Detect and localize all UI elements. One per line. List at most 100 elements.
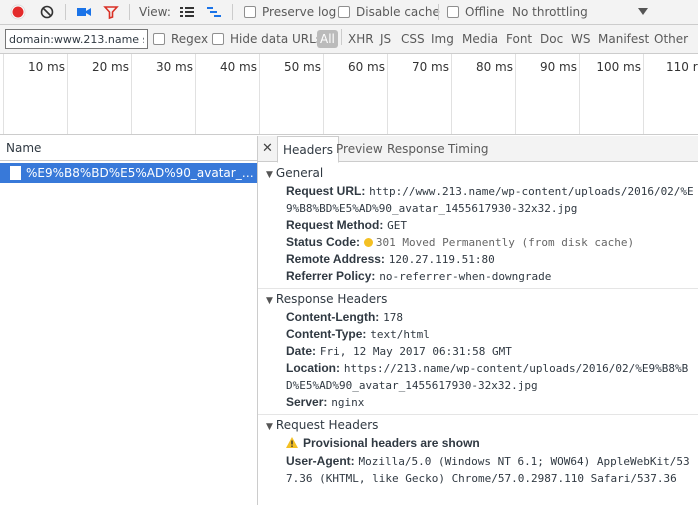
- regex-label: Regex: [171, 32, 209, 46]
- disable-cache-label: Disable cache: [356, 5, 440, 19]
- view-label: View:: [139, 5, 171, 19]
- disable-cache-checkbox[interactable]: Disable cache: [338, 0, 440, 24]
- general-title: General: [275, 166, 324, 180]
- large-rows-button[interactable]: [179, 0, 195, 24]
- timeline-tick-label: 60 ms: [347, 60, 385, 74]
- checkbox[interactable]: [338, 6, 350, 18]
- referrer-policy-value: no-referrer-when-downgrade: [379, 270, 552, 283]
- referrer-policy-key: Referrer Policy:: [286, 269, 376, 283]
- request-list: Name %E9%B8%BD%E5%AD%90_avatar_14556...: [0, 136, 258, 505]
- type-filter-css[interactable]: CSS: [401, 30, 425, 48]
- tab-response[interactable]: Response: [382, 136, 450, 162]
- type-filter-other[interactable]: Other: [654, 30, 688, 48]
- warning-icon: [286, 437, 298, 448]
- content-length-value: 178: [383, 311, 404, 324]
- name-column-header[interactable]: Name: [0, 136, 257, 161]
- filter-toolbar: Regex Hide data URLs All XHR JS CSS Img …: [0, 25, 698, 54]
- list-view-icon: [180, 7, 194, 17]
- response-headers-section-toggle[interactable]: ▼ Response Headers: [266, 291, 387, 308]
- request-row[interactable]: %E9%B8%BD%E5%AD%90_avatar_14556...: [0, 163, 257, 183]
- triangle-down-icon: ▼: [266, 296, 273, 306]
- type-filter-doc[interactable]: Doc: [540, 30, 563, 48]
- triangle-down-icon: ▼: [266, 422, 273, 432]
- timeline-tick-label: 80 ms: [475, 60, 513, 74]
- date-key: Date:: [286, 344, 317, 358]
- tab-timing[interactable]: Timing: [443, 136, 494, 162]
- request-headers-title: Request Headers: [275, 418, 379, 432]
- network-toolbar: View: Preserve log Disable cache Offline…: [0, 0, 698, 25]
- throttling-value: No throttling: [512, 5, 588, 19]
- type-filter-font[interactable]: Font: [506, 30, 532, 48]
- request-url-value: http://www.213.name/wp-content/uploads/2…: [369, 185, 694, 198]
- type-filter-ws[interactable]: WS: [571, 30, 590, 48]
- timeline-tick-label: 40 ms: [219, 60, 257, 74]
- network-overview-timeline[interactable]: 10 ms 20 ms 30 ms 40 ms 50 ms 60 ms 70 m…: [0, 54, 698, 135]
- content-type-key: Content-Type:: [286, 327, 367, 341]
- hide-data-urls-label: Hide data URLs: [230, 32, 323, 46]
- response-headers-title: Response Headers: [275, 292, 388, 306]
- hide-data-urls-checkbox[interactable]: Hide data URLs: [212, 30, 322, 48]
- record-button[interactable]: [10, 0, 26, 24]
- checkbox[interactable]: [212, 33, 224, 45]
- status-dot-icon: [363, 238, 373, 247]
- preserve-log-label: Preserve log: [262, 5, 337, 19]
- offline-label: Offline: [465, 5, 505, 19]
- server-key: Server:: [286, 395, 328, 409]
- request-method-key: Request Method:: [286, 218, 384, 232]
- timeline-tick-label: 110 r: [666, 60, 698, 74]
- document-icon: [10, 166, 21, 180]
- provisional-headers-warning: Provisional headers are shown: [303, 436, 480, 450]
- timeline-tick-label: 30 ms: [155, 60, 193, 74]
- tab-headers[interactable]: Headers: [277, 136, 339, 163]
- type-filter-all[interactable]: All: [317, 30, 338, 48]
- type-filter-img[interactable]: Img: [431, 30, 454, 48]
- triangle-down-icon: ▼: [266, 170, 273, 180]
- status-code-key: Status Code:: [286, 235, 361, 249]
- date-value: Fri, 12 May 2017 06:31:58 GMT: [319, 345, 512, 358]
- type-filter-xhr[interactable]: XHR: [348, 30, 374, 48]
- content-length-key: Content-Length:: [286, 310, 380, 324]
- checkbox[interactable]: [244, 6, 256, 18]
- type-filter-media[interactable]: Media: [462, 30, 498, 48]
- clear-button[interactable]: [39, 0, 55, 24]
- checkbox[interactable]: [153, 33, 165, 45]
- detail-tabbar: ✕ Headers Preview Response Timing: [258, 136, 698, 163]
- location-value-cont: D%E5%AD%90_avatar_1455617930-32x32.jpg: [286, 379, 538, 392]
- video-camera-icon: [77, 8, 91, 16]
- tab-preview[interactable]: Preview: [331, 136, 388, 162]
- filter-input[interactable]: [5, 29, 148, 49]
- preserve-log-checkbox[interactable]: Preserve log: [244, 0, 336, 24]
- request-headers-section-toggle[interactable]: ▼ Request Headers: [266, 417, 378, 434]
- clear-icon: [40, 5, 54, 19]
- user-agent-key: User-Agent:: [286, 454, 355, 468]
- server-value: nginx: [331, 396, 365, 409]
- timeline-tick-label: 50 ms: [283, 60, 321, 74]
- waterfall-view-button[interactable]: [206, 0, 222, 24]
- throttling-select[interactable]: No throttling: [512, 0, 588, 24]
- filter-button[interactable]: [103, 0, 119, 24]
- remote-address-value: 120.27.119.51:80: [388, 253, 495, 266]
- waterfall-icon: [207, 7, 221, 17]
- offline-checkbox[interactable]: Offline: [447, 0, 504, 24]
- filter-icon: [103, 6, 119, 20]
- request-detail-pane: ✕ Headers Preview Response Timing ▼ Gener…: [258, 136, 698, 505]
- location-value: https://213.name/wp-content/uploads/2016…: [343, 362, 689, 375]
- chevron-down-icon[interactable]: [638, 0, 648, 24]
- status-code-value: 301 Moved Permanently (from disk cache): [375, 236, 635, 249]
- type-filter-js[interactable]: JS: [380, 30, 391, 48]
- type-filter-manifest[interactable]: Manifest: [598, 30, 649, 48]
- request-url-key: Request URL:: [286, 184, 366, 198]
- remote-address-key: Remote Address:: [286, 252, 385, 266]
- close-icon[interactable]: ✕: [262, 136, 273, 162]
- request-method-value: GET: [387, 219, 408, 232]
- timeline-tick-label: 90 ms: [539, 60, 577, 74]
- checkbox[interactable]: [447, 6, 459, 18]
- timeline-tick-label: 20 ms: [91, 60, 129, 74]
- content-type-value: text/html: [370, 328, 430, 341]
- user-agent-value: Mozilla/5.0 (Windows NT 6.1; WOW64) Appl…: [358, 455, 690, 468]
- general-section-toggle[interactable]: ▼ General: [266, 165, 323, 182]
- capture-screenshots-button[interactable]: [76, 0, 92, 24]
- record-icon: [10, 4, 26, 20]
- timeline-tick-label: 10 ms: [27, 60, 65, 74]
- regex-checkbox[interactable]: Regex: [153, 30, 208, 48]
